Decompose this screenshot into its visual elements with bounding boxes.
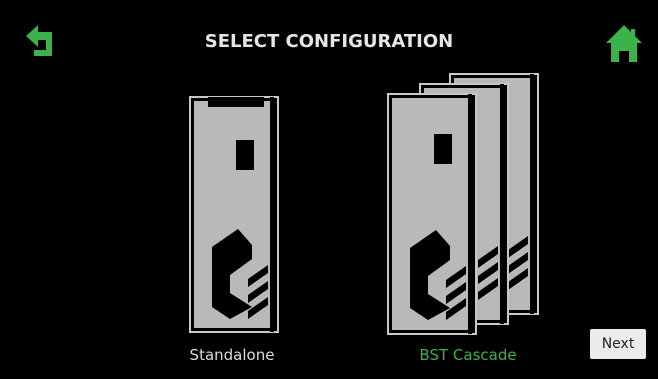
standalone-option[interactable]: Standalone	[176, 92, 288, 364]
select-configuration-screen: SELECT CONFIGURATION Standalone BST Casc…	[0, 0, 658, 379]
bst-cascade-label: BST Cascade	[419, 346, 517, 364]
next-button[interactable]: Next	[590, 329, 646, 359]
page-title: SELECT CONFIGURATION	[204, 31, 454, 52]
home-icon	[606, 25, 642, 62]
bst-cascade-option[interactable]: BST Cascade	[380, 70, 556, 364]
standalone-unit-icon	[189, 96, 279, 333]
standalone-label: Standalone	[189, 346, 275, 364]
cascade-units-icon	[387, 73, 539, 335]
home-button[interactable]	[604, 22, 644, 66]
